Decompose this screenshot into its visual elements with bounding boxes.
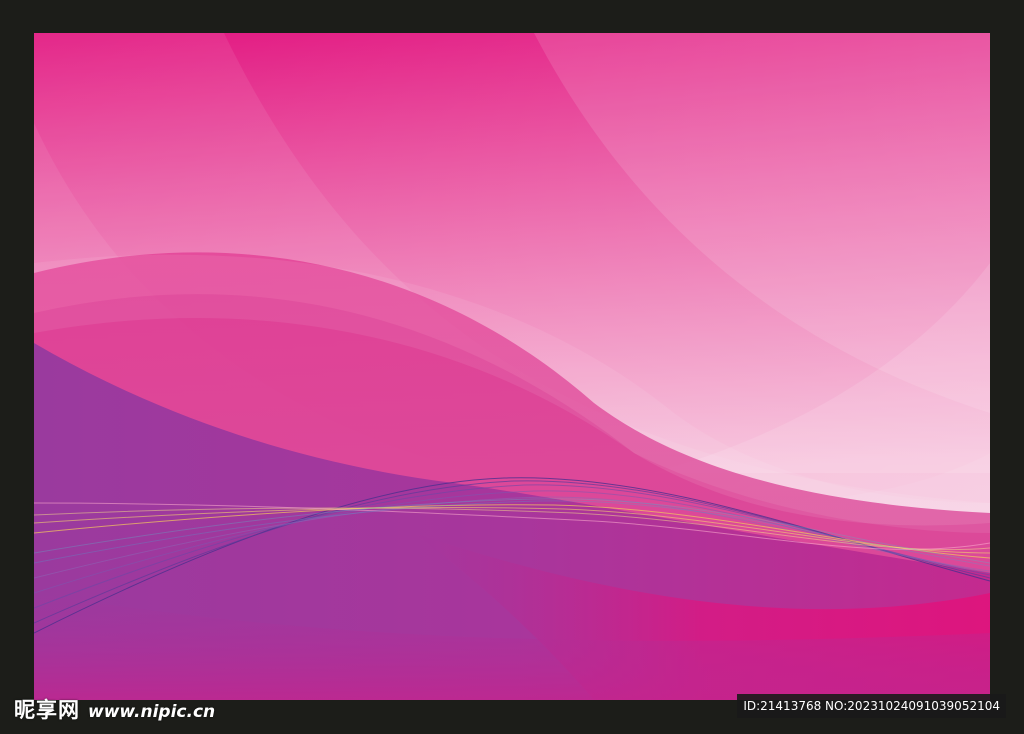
- watermark-url: www.nipic.cn: [88, 702, 216, 722]
- watermark-nipic-logo: 昵享网 www.nipic.cn: [14, 694, 215, 724]
- watermark-logo-text: 昵享网: [14, 698, 80, 722]
- abstract-wave-background: [34, 33, 990, 700]
- watermark-id-label: ID:21413768 NO:20231024091039052104: [737, 694, 1006, 718]
